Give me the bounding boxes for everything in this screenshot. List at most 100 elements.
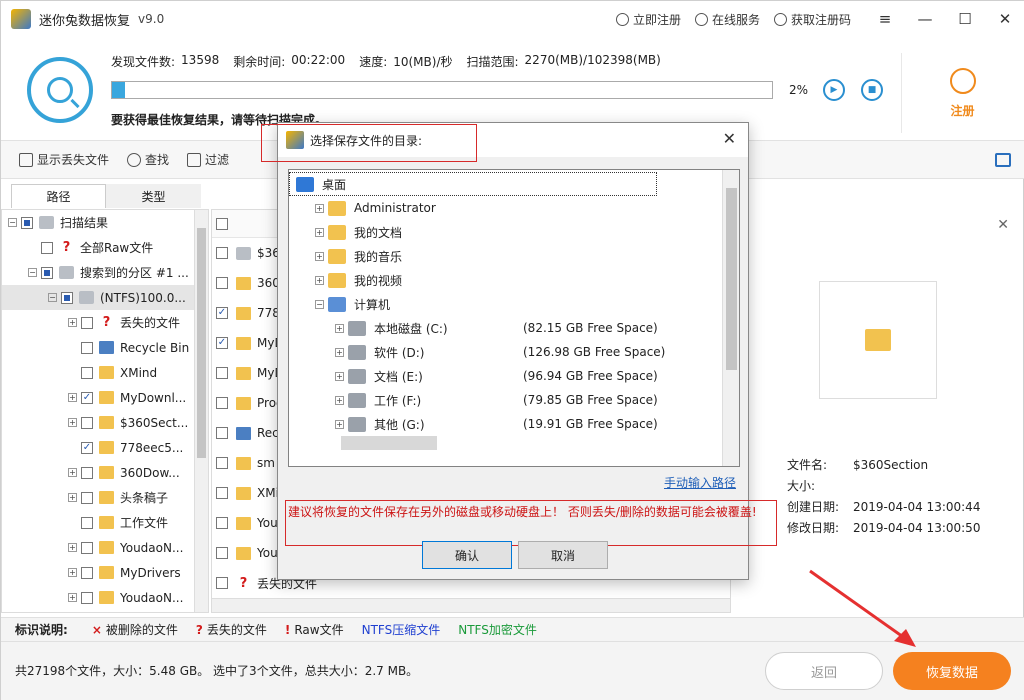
item-checkbox[interactable] <box>216 457 228 469</box>
dialog-tree-item[interactable]: + 软件 (D:) (126.98 GB Free Space) <box>289 340 665 364</box>
item-checkbox[interactable] <box>216 517 228 529</box>
item-checkbox[interactable] <box>216 427 228 439</box>
tree-item[interactable]: + ✓ MyDownl... <box>2 385 208 410</box>
dialog-tree-item[interactable]: + Administrator <box>289 196 436 220</box>
item-checkbox[interactable] <box>81 591 93 604</box>
dialog-tree-scrollbar[interactable] <box>722 170 739 466</box>
item-checkbox[interactable] <box>81 491 93 504</box>
dialog-tree-item[interactable]: + 文档 (E:) (96.94 GB Free Space) <box>289 364 658 388</box>
register-button[interactable]: 注册 <box>901 53 1023 133</box>
tree-item[interactable]: + MyDrivers <box>2 560 208 585</box>
cancel-button[interactable]: 取消 <box>518 541 608 569</box>
tree-item[interactable]: − (NTFS)100.0... <box>2 285 208 310</box>
item-checkbox[interactable] <box>81 416 93 429</box>
item-checkbox[interactable]: ✓ <box>216 307 228 319</box>
item-checkbox[interactable] <box>81 366 93 379</box>
item-checkbox[interactable] <box>216 247 228 259</box>
tree-item[interactable]: + YoudaoN... <box>2 585 208 610</box>
resume-button[interactable]: ▶ <box>823 79 845 101</box>
tree-scrollbar[interactable] <box>194 210 208 612</box>
item-checkbox[interactable]: ✓ <box>81 441 93 454</box>
back-button[interactable]: 返回 <box>765 652 883 690</box>
expand-toggle-icon[interactable]: + <box>68 593 77 602</box>
expand-toggle-icon[interactable]: + <box>68 468 77 477</box>
dialog-tree-item-selected[interactable]: 桌面 <box>289 172 657 196</box>
item-checkbox[interactable] <box>216 397 228 409</box>
expand-toggle-icon[interactable]: + <box>68 493 77 502</box>
expand-toggle-icon[interactable]: − <box>28 268 37 277</box>
item-checkbox[interactable] <box>216 277 228 289</box>
item-checkbox[interactable] <box>21 216 33 229</box>
tree-item[interactable]: − 搜索到的分区 #1 ... <box>2 260 208 285</box>
expand-toggle-icon[interactable]: + <box>68 318 77 327</box>
expand-toggle-icon[interactable]: + <box>335 395 344 405</box>
dialog-close-icon[interactable]: ✕ <box>723 129 736 148</box>
expand-toggle-icon[interactable]: + <box>68 543 77 552</box>
expand-toggle-icon[interactable]: − <box>315 299 324 309</box>
export-icon[interactable] <box>995 153 1011 167</box>
recover-button[interactable]: 恢复数据 <box>893 652 1011 690</box>
filter-button[interactable]: 过滤 <box>187 151 229 168</box>
item-checkbox[interactable] <box>216 547 228 559</box>
get-code-link[interactable]: 获取注册码 <box>773 11 851 28</box>
dialog-tree-item[interactable]: + 我的音乐 <box>289 244 402 268</box>
select-all-checkbox[interactable] <box>216 217 228 230</box>
maximize-button[interactable]: ☐ <box>945 1 985 37</box>
item-checkbox[interactable] <box>81 566 93 579</box>
tree-item[interactable]: Recycle Bin <box>2 335 208 360</box>
tab-type[interactable]: 类型 <box>106 184 201 208</box>
item-checkbox[interactable] <box>81 466 93 479</box>
confirm-button[interactable]: 确认 <box>422 541 512 569</box>
tree-item[interactable]: 工作文件 <box>2 510 208 535</box>
tree-item[interactable]: +? 丢失的文件 <box>2 310 208 335</box>
tree-item[interactable]: ✓ 778eec5... <box>2 435 208 460</box>
item-checkbox[interactable] <box>41 266 53 279</box>
list-scrollbar[interactable] <box>212 598 730 612</box>
expand-toggle-icon[interactable]: + <box>68 393 77 402</box>
item-checkbox[interactable] <box>216 367 228 379</box>
expand-toggle-icon[interactable]: + <box>315 275 324 285</box>
expand-toggle-icon[interactable]: + <box>335 323 344 333</box>
tree-item[interactable]: + 头条稿子 <box>2 485 208 510</box>
expand-toggle-icon[interactable]: − <box>48 293 57 302</box>
close-preview-icon[interactable]: ✕ <box>997 217 1009 233</box>
dialog-tree-item[interactable]: + 本地磁盘 (C:) (82.15 GB Free Space) <box>289 316 658 340</box>
tree-item[interactable]: XMind <box>2 360 208 385</box>
dialog-tree-item[interactable]: + 其他 (G:) (19.91 GB Free Space) <box>289 412 658 436</box>
search-button[interactable]: 查找 <box>127 151 169 168</box>
stop-button[interactable]: ■ <box>861 79 883 101</box>
item-checkbox[interactable] <box>81 341 93 354</box>
show-lost-files-button[interactable]: 显示丢失文件 <box>19 151 109 168</box>
dialog-tree-item[interactable]: + 我的视频 <box>289 268 402 292</box>
tree-item[interactable]: ? 全部Raw文件 <box>2 235 208 260</box>
expand-toggle-icon[interactable]: + <box>68 568 77 577</box>
expand-toggle-icon[interactable]: − <box>8 218 17 227</box>
item-checkbox[interactable]: ✓ <box>216 337 228 349</box>
tab-path[interactable]: 路径 <box>11 184 106 208</box>
expand-toggle-icon[interactable]: + <box>335 419 344 429</box>
item-checkbox[interactable] <box>81 316 93 329</box>
minimize-button[interactable]: — <box>905 1 945 37</box>
dialog-tree-item[interactable]: − 计算机 <box>289 292 390 316</box>
close-button[interactable]: ✕ <box>985 1 1024 37</box>
item-checkbox[interactable] <box>216 577 228 589</box>
item-checkbox[interactable] <box>41 241 53 254</box>
dialog-tree-item[interactable]: + 我的文档 <box>289 220 402 244</box>
online-service-link[interactable]: 在线服务 <box>694 11 760 28</box>
expand-toggle-icon[interactable]: + <box>335 347 344 357</box>
expand-toggle-icon[interactable]: + <box>335 371 344 381</box>
item-checkbox[interactable] <box>81 516 93 529</box>
item-checkbox[interactable] <box>81 541 93 554</box>
expand-toggle-icon[interactable]: + <box>68 418 77 427</box>
dialog-tree-item[interactable]: + 工作 (F:) (79.85 GB Free Space) <box>289 388 658 412</box>
expand-toggle-icon[interactable]: + <box>315 251 324 261</box>
expand-toggle-icon[interactable]: + <box>315 227 324 237</box>
register-now-link[interactable]: 立即注册 <box>615 11 681 28</box>
tree-item[interactable]: +360Dow... <box>2 460 208 485</box>
item-checkbox[interactable]: ✓ <box>81 391 93 404</box>
tree-item[interactable]: + YoudaoN... <box>2 535 208 560</box>
menu-button[interactable]: ≡ <box>865 1 905 37</box>
manual-path-link[interactable]: 手动输入路径 <box>664 474 736 491</box>
item-checkbox[interactable] <box>216 487 228 499</box>
expand-toggle-icon[interactable]: + <box>315 203 324 213</box>
